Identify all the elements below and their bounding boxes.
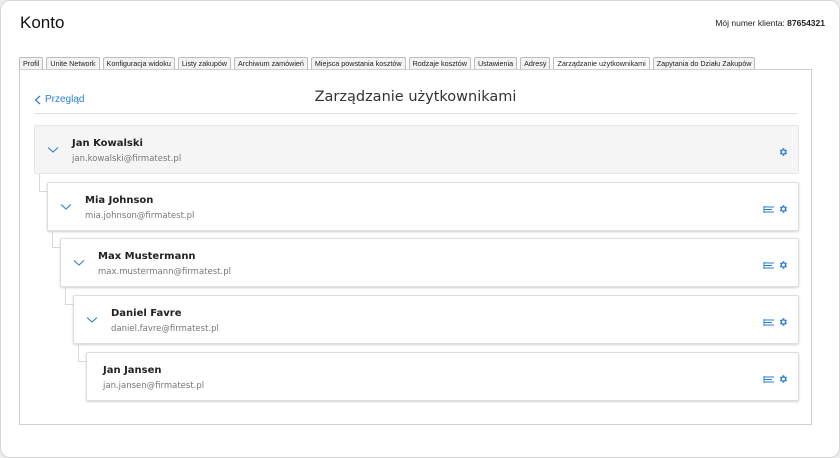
tab-7[interactable]: Ustawienia <box>473 57 518 69</box>
tree-connector <box>39 174 47 192</box>
user-card: Daniel Favre daniel.favre@firmatest.pl <box>73 295 799 344</box>
hierarchy-icon[interactable] <box>763 371 775 389</box>
gear-icon[interactable] <box>778 314 788 332</box>
user-actions <box>763 371 788 389</box>
gear-icon[interactable] <box>778 201 788 219</box>
account-window: Konto Mój numer klienta: 87654321 Profil… <box>0 0 840 458</box>
user-name: Jan Kowalski <box>72 138 143 149</box>
gear-icon[interactable] <box>778 371 788 389</box>
tree-connector <box>52 231 60 248</box>
tab-6[interactable]: Rodzaje kosztów <box>408 57 471 69</box>
user-management-panel: Przegląd Zarządzanie użytkownikami Jan K… <box>19 69 812 425</box>
hierarchy-icon[interactable] <box>763 201 775 219</box>
user-actions <box>763 257 788 275</box>
tab-8[interactable]: Adresy <box>520 57 551 69</box>
client-number-value: 87654321 <box>787 18 825 28</box>
user-card: Mia Johnson mia.johnson@firmatest.pl <box>47 182 799 231</box>
tree-connector <box>78 344 86 362</box>
user-email: jan.jansen@firmatest.pl <box>103 381 205 391</box>
gear-icon[interactable] <box>778 144 788 162</box>
panel-title: Zarządzanie użytkownikami <box>314 89 517 105</box>
user-email: daniel.favre@firmatest.pl <box>111 324 219 334</box>
hierarchy-icon[interactable] <box>763 257 775 275</box>
divider <box>34 113 797 114</box>
user-actions <box>778 144 788 162</box>
user-name: Jan Jansen <box>103 365 162 376</box>
user-name: Mia Johnson <box>85 195 154 206</box>
tab-10[interactable]: Zapytania do Działu Zakupów <box>652 57 756 69</box>
client-number-label: Mój numer klienta: <box>715 18 785 28</box>
user-email: mia.johnson@firmatest.pl <box>85 211 195 221</box>
user-actions <box>763 201 788 219</box>
user-name: Daniel Favre <box>111 308 182 319</box>
tab-3[interactable]: Listy zakupów <box>177 57 232 69</box>
tab-9[interactable]: Zarządzanie użytkownikami <box>553 57 650 69</box>
gear-icon[interactable] <box>778 257 788 275</box>
page-title: Konto <box>20 13 65 32</box>
tab-5[interactable]: Miejsca powstania kosztów <box>310 57 406 69</box>
chevron-down-icon[interactable] <box>73 259 85 267</box>
client-number-info: Mój numer klienta: 87654321 <box>715 18 825 28</box>
user-name: Max Mustermann <box>98 251 196 262</box>
tree-connector <box>65 287 73 305</box>
hierarchy-icon[interactable] <box>763 314 775 332</box>
account-tabs: Profil Unite Network Konfiguracja widoku Li… <box>19 57 756 69</box>
chevron-down-icon[interactable] <box>60 203 72 211</box>
tab-4[interactable]: Archiwum zamówień <box>234 57 308 69</box>
tab-1[interactable]: Unite Network <box>46 57 100 69</box>
user-email: max.mustermann@firmatest.pl <box>98 267 231 277</box>
chevron-down-icon[interactable] <box>86 316 98 324</box>
tab-0[interactable]: Profil <box>19 57 44 69</box>
user-card: Jan Kowalski jan.kowalski@firmatest.pl <box>34 125 799 174</box>
user-card: Max Mustermann max.mustermann@firmatest.p… <box>60 238 799 287</box>
user-actions <box>763 314 788 332</box>
tab-2[interactable]: Konfiguracja widoku <box>102 57 175 69</box>
user-card: Jan Jansen jan.jansen@firmatest.pl <box>86 352 799 401</box>
user-email: jan.kowalski@firmatest.pl <box>72 154 182 164</box>
chevron-down-icon[interactable] <box>47 146 59 154</box>
